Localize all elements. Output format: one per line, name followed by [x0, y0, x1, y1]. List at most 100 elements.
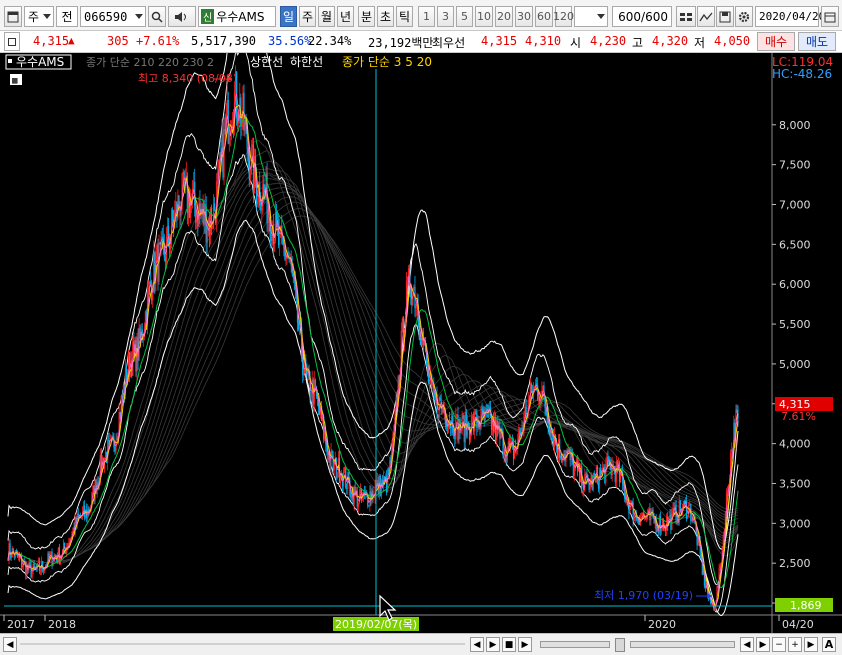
calendar-button[interactable]	[821, 6, 839, 27]
interval-button[interactable]: 20	[495, 6, 513, 27]
envelope-bands	[7, 53, 739, 617]
interval-button[interactable]: 1	[418, 6, 435, 27]
candle-body	[731, 449, 733, 454]
market-type-select[interactable]: 주	[24, 6, 54, 27]
period-year-tab[interactable]: 년	[337, 6, 354, 27]
candle-body	[167, 225, 170, 245]
candle-body	[172, 209, 174, 222]
settings-button[interactable]	[735, 6, 753, 27]
y-tick-label: 2,500	[779, 557, 811, 570]
candle-body	[82, 505, 85, 512]
indicator-button[interactable]	[697, 6, 715, 27]
interval-button[interactable]: 60	[535, 6, 553, 27]
candle-body	[193, 181, 195, 190]
scroll-left-button[interactable]: ◀	[3, 637, 17, 652]
y-tick-label: 5,500	[779, 318, 811, 331]
range-slider[interactable]	[630, 641, 735, 648]
candle-body	[413, 286, 415, 288]
period-day-tab[interactable]: 일	[280, 6, 297, 27]
buy-button[interactable]: 매수	[757, 32, 795, 51]
interval-button[interactable]: 120	[553, 6, 574, 27]
chart-tools-button[interactable]	[676, 6, 696, 27]
y-tick-label: 7,000	[779, 199, 811, 212]
interval-label: 30	[517, 10, 531, 23]
interval-label: 5	[461, 10, 468, 23]
y-tick-label: 7,500	[779, 159, 811, 172]
market-scope-button[interactable]: 전	[56, 6, 78, 27]
candle-body	[350, 495, 352, 499]
candle-body	[288, 258, 290, 260]
x-tick-label: 2017	[7, 618, 35, 631]
interval-custom-select[interactable]	[574, 6, 608, 27]
candle-body	[672, 508, 674, 512]
step-back-button[interactable]: ◀	[470, 637, 484, 652]
scroll-right-button[interactable]: ▶	[804, 637, 818, 652]
sound-toggle[interactable]	[168, 6, 196, 27]
stock-name-field[interactable]: 신 우수AMS	[198, 6, 276, 27]
interval-button[interactable]: 10	[475, 6, 493, 27]
window-menu-icon[interactable]	[4, 6, 22, 27]
price-axis: 8,0007,5007,0006,5006,0005,5005,0004,500…	[771, 53, 811, 633]
price-chart[interactable]: 8,0007,5007,0006,5006,0005,5005,0004,500…	[0, 53, 842, 633]
search-button[interactable]	[148, 6, 166, 27]
sell-label: 매도	[805, 35, 829, 49]
save-button[interactable]	[716, 6, 734, 27]
candle-body	[166, 225, 169, 237]
stock-name-value: 우수AMS	[216, 10, 265, 24]
chevron-down-icon	[43, 14, 51, 19]
interval-button[interactable]: 3	[437, 6, 454, 27]
stop-button[interactable]: ■	[502, 637, 516, 652]
interval-label: 20	[497, 10, 511, 23]
main-toolbar: 주 전 066590 신 우수AMS 일 주 월 년 분 초 틱 1 3 5 1…	[0, 0, 842, 31]
font-size-button[interactable]: A	[822, 637, 836, 652]
candle-body	[437, 414, 439, 419]
candle-body	[182, 171, 184, 174]
candle-body	[669, 514, 671, 519]
candle-body	[429, 381, 431, 384]
candle-body	[605, 464, 607, 483]
candle-body	[593, 473, 595, 476]
move-left-button[interactable]: ◀	[740, 637, 754, 652]
candle-body	[420, 340, 422, 346]
candle-body	[456, 414, 458, 416]
candle-body	[357, 502, 359, 507]
interval-button[interactable]: 30	[515, 6, 533, 27]
candle-body	[585, 473, 587, 475]
interval-label: 60	[537, 10, 551, 23]
date-input[interactable]: 2020/04/20	[755, 6, 825, 27]
period-minute-tab[interactable]: 분	[358, 6, 375, 27]
sell-button[interactable]: 매도	[798, 32, 836, 51]
scroll-track[interactable]	[20, 643, 465, 645]
period-month-tab[interactable]: 월	[318, 6, 335, 27]
candle-body	[253, 156, 256, 193]
move-right-button[interactable]: ▶	[756, 637, 770, 652]
y-tick-label: 8,000	[779, 119, 811, 132]
y-tick-label: 3,000	[779, 517, 811, 530]
range-count-input[interactable]: 600/600	[612, 6, 672, 27]
period-second-tab[interactable]: 초	[377, 6, 394, 27]
legend-lower-band: 하한선	[290, 55, 323, 69]
mouse-cursor-icon	[379, 594, 397, 621]
candle-body	[104, 451, 107, 458]
candle-body	[496, 421, 498, 440]
current-price: 4,315	[33, 34, 70, 48]
period-week-tab[interactable]: 주	[299, 6, 316, 27]
candle-body	[666, 516, 668, 531]
step-forward-button[interactable]: ▶	[518, 637, 532, 652]
play-button[interactable]: ▶	[486, 637, 500, 652]
zoom-slider-thumb[interactable]	[615, 638, 625, 652]
interval-button[interactable]: 5	[456, 6, 473, 27]
candle-body	[711, 604, 713, 606]
lower-band-line	[7, 219, 739, 617]
stock-code-input[interactable]: 066590	[80, 6, 146, 27]
candle-body	[542, 385, 544, 391]
zoom-slider[interactable]	[540, 641, 610, 648]
zoom-out-button[interactable]: −	[772, 637, 786, 652]
period-tick-tab[interactable]: 틱	[396, 6, 413, 27]
candle-body	[633, 517, 635, 522]
quote-toggle[interactable]	[4, 32, 20, 51]
zoom-in-button[interactable]: +	[788, 637, 802, 652]
ma20-line	[7, 116, 739, 589]
chart-canvas[interactable]: 8,0007,5007,0006,5006,0005,5005,0004,500…	[0, 53, 842, 633]
low-annotation: 최저 1,970 (03/19)	[594, 589, 693, 602]
